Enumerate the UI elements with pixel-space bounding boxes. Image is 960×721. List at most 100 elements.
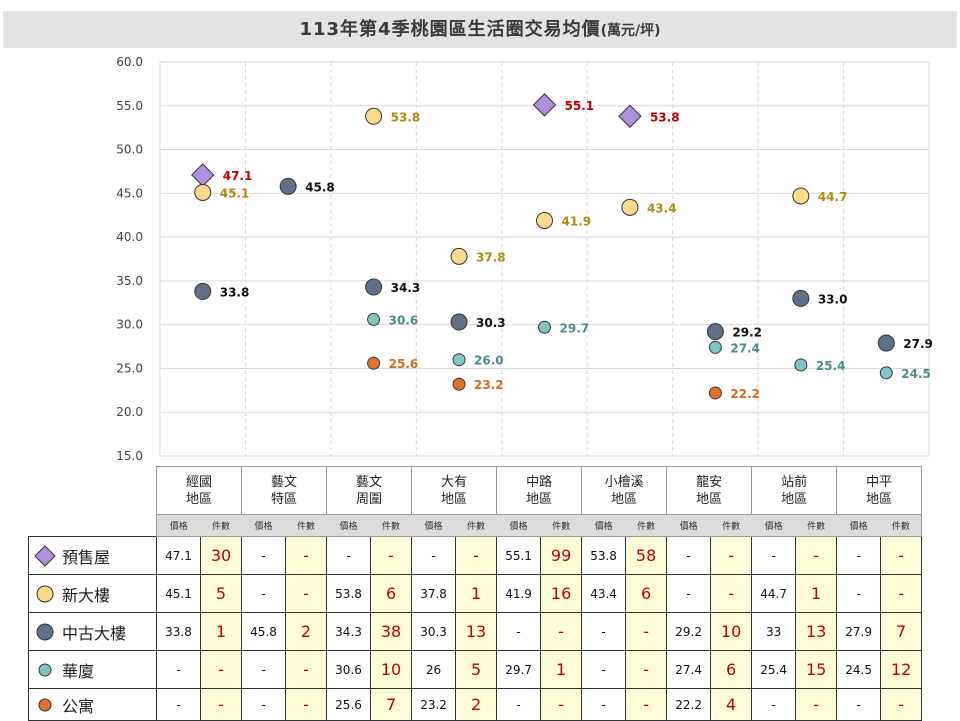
table-row: 新大樓 45.1 5- -53.8 6 37.8 1 41.9 16 43.4 6- -44.7 1- - [28,574,923,613]
marker-huasha [708,340,722,354]
marker-used-building [877,334,895,352]
region-suffix: 地區 [866,491,893,507]
scatter-chart: 15.0 20.0 25.0 30.0 35.0 40.0 45.0 50.0 55.0 60.0… [116,55,933,463]
marker-apartment [367,356,381,370]
region-header: 經國 地區 [155,466,243,515]
marker-huasha [452,353,466,367]
count-cell: 15 [795,650,838,689]
region-name: 藝文 [271,474,298,490]
table-row: 中古大樓 33.8 1 45.8 2 34.3 38 30.3 13- - - -29.2 10 33 13… [28,612,923,651]
count-cell: - [795,536,838,575]
marker-used-building [279,177,297,195]
price-cell: - [411,536,457,575]
region-header: 藝文 周圍 [326,466,413,515]
count-cell: - [199,688,243,721]
count-subheader: 件數 [540,514,582,537]
data-label: 22.2 [730,387,760,401]
y-tick-label: 45.0 [116,186,143,200]
data-label: 41.9 [562,214,592,228]
data-label: 29.2 [732,326,762,340]
count-cell: 10 [370,650,413,689]
count-cell: 12 [880,650,923,689]
price-cell: 44.7 [751,574,797,613]
price-cell: 45.8 [241,612,287,651]
price-subheader: 價格 [241,514,286,537]
region-header: 中路 地區 [496,466,583,515]
count-cell: - [880,688,923,721]
price-cell: - [241,536,287,575]
marker-presale [532,93,557,117]
y-tick-label: 15.0 [116,449,143,463]
region-header: 藝文 特區 [241,466,328,515]
region-suffix: 地區 [526,491,553,507]
count-cell: 5 [199,574,243,613]
region-suffix: 地區 [696,491,723,507]
count-cell: - [710,574,753,613]
price-subheader: 價格 [581,514,626,537]
region-name: 站前 [781,474,808,490]
price-cell: - [751,536,797,575]
region-header: 小檜溪 地區 [581,466,668,515]
count-cell: - [540,688,583,721]
count-cell: 30 [199,536,243,575]
data-label: 33.0 [818,292,848,306]
y-axis-ticks: 15.0 20.0 25.0 30.0 35.0 40.0 45.0 50.0 55.0 60.0 [116,55,143,463]
price-cell: 22.2 [666,688,712,721]
data-label: 53.8 [650,110,680,124]
price-cell: 27.9 [836,612,882,651]
count-cell: 58 [625,536,668,575]
marker-new-building [450,247,468,265]
price-subheader: 價格 [666,514,711,537]
marker-new-building [792,187,810,205]
table-row: 公寓 - - - -25.6 7 23.2 2- - - -22.2 4- - - - [28,688,923,721]
price-subheader: 價格 [326,514,371,537]
price-cell: 53.8 [581,536,627,575]
y-tick-label: 55.0 [116,99,143,113]
row-label-used-building: 中古大樓 [28,612,157,651]
row-label-huasha: 華廈 [28,650,157,689]
count-cell: - [540,612,583,651]
row-label-text: 華廈 [62,661,95,681]
count-cell: 7 [370,688,413,721]
price-cell: - [666,574,712,613]
data-label: 23.2 [474,378,504,392]
marker-huasha [879,366,893,380]
count-cell: 1 [540,650,583,689]
price-cell: - [156,688,201,721]
price-cell: 33 [751,612,797,651]
price-cell: - [496,612,542,651]
data-label: 25.6 [389,357,419,371]
price-cell: 37.8 [411,574,457,613]
count-subheader: 件數 [370,514,412,537]
y-tick-label: 25.0 [116,361,143,375]
price-cell: 29.2 [666,612,712,651]
count-cell: - [370,536,413,575]
count-subheader: 件數 [625,514,667,537]
price-cell: - [241,574,287,613]
count-cell: 6 [625,574,668,613]
region-name: 中路 [526,474,553,490]
data-label: 44.7 [818,190,848,204]
region-name: 中平 [866,474,893,490]
price-cell: 24.5 [836,650,882,689]
count-cell: 2 [455,688,498,721]
count-cell: 38 [370,612,413,651]
data-label: 43.4 [647,201,677,215]
price-cell: 33.8 [156,612,201,651]
marker-new-building [621,198,639,216]
count-subheader: 件數 [285,514,327,537]
region-name: 大有 [441,474,468,490]
legend-apartment-icon [38,698,52,711]
count-cell: 13 [455,612,498,651]
marker-apartment [708,386,722,400]
price-cell: 47.1 [156,536,201,575]
price-subheader: 價格 [496,514,541,537]
price-cell: 30.6 [326,650,372,689]
price-cell: 25.6 [326,688,372,721]
count-cell: 6 [710,650,753,689]
row-label-text: 公寓 [62,696,95,716]
marker-presale [618,104,642,128]
marker-used-building [365,278,383,296]
count-cell: - [710,536,753,575]
price-cell: - [666,536,712,575]
